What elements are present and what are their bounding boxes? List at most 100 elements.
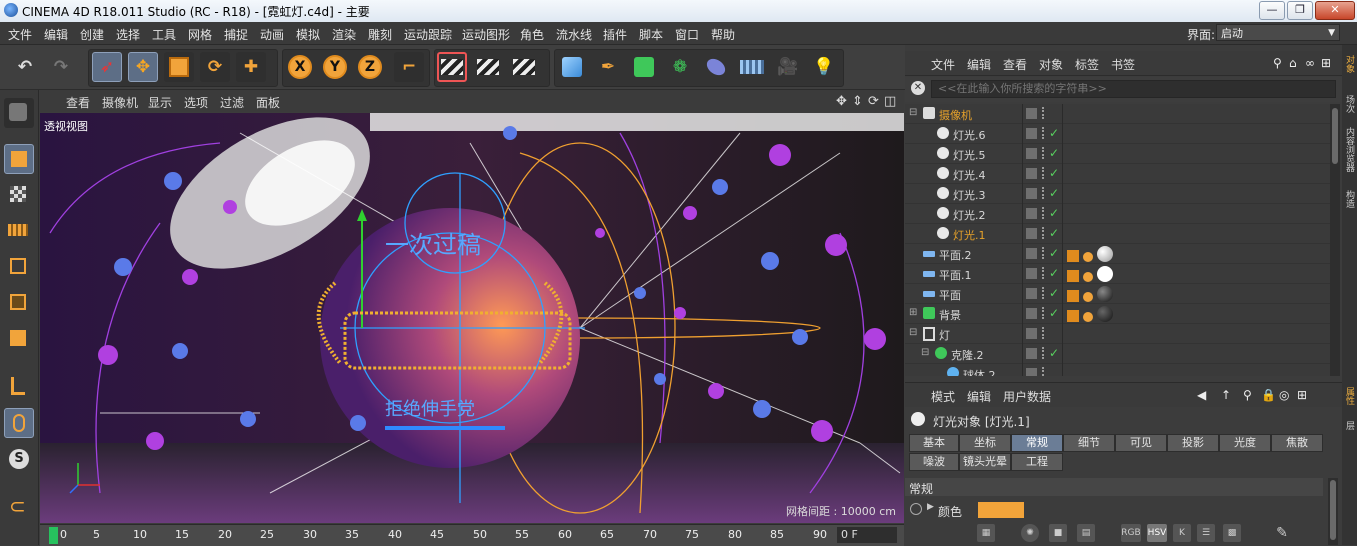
kelvin-mode-button[interactable]: K	[1173, 524, 1191, 542]
vtab-layers[interactable]: 层	[1343, 421, 1356, 430]
viewport-rotate-icon[interactable]: ⟳	[868, 94, 879, 109]
back-arrow-icon[interactable]: ◀	[1197, 388, 1206, 402]
visibility-toggle[interactable]	[1026, 268, 1037, 279]
object-row-background[interactable]: ⊞ 背景 ✓	[905, 304, 1330, 324]
render-toggle[interactable]	[1042, 307, 1048, 319]
x-axis-toggle[interactable]: X	[288, 55, 312, 79]
perspective-viewport[interactable]: 一次过稿 拒绝伸手党 网格间距 : 10000 cm	[40, 113, 904, 523]
render-toggle[interactable]	[1042, 247, 1048, 259]
vtab-structure[interactable]: 构造	[1343, 190, 1356, 208]
coordinate-system-button[interactable]: ⌐	[394, 52, 424, 82]
visibility-toggle[interactable]	[1026, 248, 1037, 259]
y-axis-toggle[interactable]: Y	[323, 55, 347, 79]
menu-mesh[interactable]: 网格	[188, 26, 212, 43]
visibility-toggle[interactable]	[1026, 288, 1037, 299]
object-row-camera[interactable]: ⊟ 摄像机	[905, 104, 1330, 124]
close-button[interactable]: ✕	[1315, 1, 1355, 20]
texture-mode-button[interactable]	[4, 180, 34, 210]
menu-select[interactable]: 选择	[116, 26, 140, 43]
tab-shadow[interactable]: 投影	[1167, 434, 1219, 452]
object-row-plane-1[interactable]: 平面.1 ✓	[905, 264, 1330, 284]
enabled-check-icon[interactable]: ✓	[1049, 306, 1059, 320]
render-toggle[interactable]	[1042, 107, 1048, 119]
color-spectrum-icon[interactable]: ▦	[977, 524, 995, 542]
render-toggle[interactable]	[1042, 227, 1048, 239]
compositing-tag-icon[interactable]	[1067, 250, 1079, 262]
visibility-toggle[interactable]	[1026, 228, 1037, 239]
scrollbar-thumb[interactable]	[1330, 480, 1336, 540]
tab-noise[interactable]: 噪波	[909, 453, 959, 471]
light-button[interactable]: 💡	[809, 52, 839, 82]
object-row-sphere-2[interactable]: 球体.2	[905, 364, 1330, 376]
link-icon[interactable]: ∞	[1305, 56, 1315, 70]
object-row-cloner-2[interactable]: ⊟ 克隆.2 ✓	[905, 344, 1330, 364]
menu-simulate[interactable]: 模拟	[296, 26, 320, 43]
menu-plugins[interactable]: 插件	[603, 26, 627, 43]
visibility-toggle[interactable]	[1026, 208, 1037, 219]
render-toggle[interactable]	[1042, 287, 1048, 299]
am-menu-edit[interactable]: 编辑	[967, 388, 991, 405]
object-tree-scrollbar[interactable]	[1330, 104, 1340, 376]
object-row-lamp-null[interactable]: ⊟ 灯	[905, 324, 1330, 344]
vtab-objects[interactable]: 对象	[1343, 55, 1356, 73]
collapse-icon[interactable]: ⊟	[909, 107, 917, 118]
viewport-menu-filter[interactable]: 过滤	[220, 94, 244, 111]
visibility-toggle[interactable]	[1026, 148, 1037, 159]
enabled-check-icon[interactable]: ✓	[1049, 206, 1059, 220]
compositing-tag-icon[interactable]	[1067, 270, 1079, 282]
scrollbar-thumb[interactable]	[1332, 108, 1338, 164]
last-tool-button[interactable]: ✚	[236, 52, 266, 82]
timeline-ruler[interactable]: 0 5 10 15 20 25 30 35 40 45 50 55 60 65 …	[40, 524, 904, 546]
menu-help[interactable]: 帮助	[711, 26, 735, 43]
object-row-plane-2[interactable]: 平面.2 ✓	[905, 244, 1330, 264]
render-toggle[interactable]	[1042, 167, 1048, 179]
render-toggle[interactable]	[1042, 207, 1048, 219]
om-menu-view[interactable]: 查看	[1003, 56, 1027, 73]
enabled-check-icon[interactable]: ✓	[1049, 266, 1059, 280]
material-tag-icon[interactable]	[1097, 266, 1113, 282]
compositing-tag-icon[interactable]	[1067, 290, 1079, 302]
render-region-button[interactable]	[437, 52, 467, 82]
attribute-scrollbar[interactable]	[1328, 478, 1338, 545]
clear-search-icon[interactable]: ✕	[911, 81, 925, 95]
om-menu-bookmark[interactable]: 书签	[1111, 56, 1135, 73]
viewport-menu-panel[interactable]: 面板	[256, 94, 280, 111]
color-image-icon[interactable]: ■	[1049, 524, 1067, 542]
object-row-light-5[interactable]: 灯光.5 ✓	[905, 144, 1330, 164]
rgb-mode-button[interactable]: RGB	[1121, 524, 1141, 542]
tab-general[interactable]: 常规	[1011, 434, 1063, 452]
compositing-tag-icon[interactable]	[1067, 310, 1079, 322]
menu-tools[interactable]: 工具	[152, 26, 176, 43]
object-row-light-6[interactable]: 灯光.6 ✓	[905, 124, 1330, 144]
deformer-button[interactable]	[701, 52, 731, 82]
new-panel-icon[interactable]: ⊞	[1321, 56, 1331, 70]
tab-project[interactable]: 工程	[1011, 453, 1063, 471]
tab-details[interactable]: 细节	[1063, 434, 1115, 452]
pen-tool-button[interactable]: ✒	[593, 52, 623, 82]
menu-file[interactable]: 文件	[8, 26, 32, 43]
edges-mode-button[interactable]	[4, 288, 34, 318]
enabled-check-icon[interactable]: ✓	[1049, 166, 1059, 180]
material-tag-icon[interactable]	[1097, 286, 1113, 302]
enabled-check-icon[interactable]: ✓	[1049, 126, 1059, 140]
menu-pipeline[interactable]: 流水线	[556, 26, 592, 43]
render-toggle[interactable]	[1042, 347, 1048, 359]
render-tag-icon[interactable]	[1083, 312, 1093, 322]
snapping-button[interactable]: S	[4, 444, 34, 474]
enabled-check-icon[interactable]: ✓	[1049, 346, 1059, 360]
tab-basic[interactable]: 基本	[909, 434, 959, 452]
material-tag-icon[interactable]	[1097, 306, 1113, 322]
om-menu-edit[interactable]: 编辑	[967, 56, 991, 73]
enabled-check-icon[interactable]: ✓	[1049, 186, 1059, 200]
menu-window[interactable]: 窗口	[675, 26, 699, 43]
viewport-zoom-icon[interactable]: ⇕	[852, 94, 863, 109]
enabled-check-icon[interactable]: ✓	[1049, 146, 1059, 160]
om-menu-tag[interactable]: 标签	[1075, 56, 1099, 73]
menu-motion-tracking[interactable]: 运动跟踪	[404, 26, 452, 43]
menu-character[interactable]: 角色	[520, 26, 544, 43]
workplane-mode-button[interactable]	[4, 216, 34, 246]
am-menu-user-data[interactable]: 用户数据	[1003, 388, 1051, 405]
maximize-button[interactable]: ❐	[1287, 1, 1313, 20]
tab-lens-flare[interactable]: 镜头光晕	[959, 453, 1011, 471]
visibility-toggle[interactable]	[1026, 308, 1037, 319]
